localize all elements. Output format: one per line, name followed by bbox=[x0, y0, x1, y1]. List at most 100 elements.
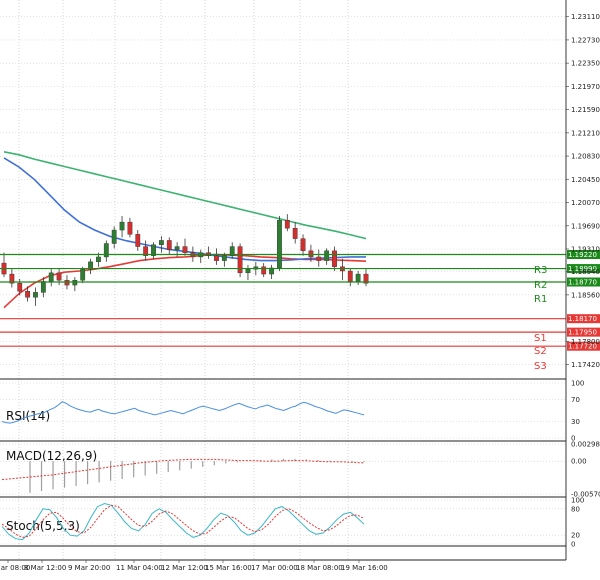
candle-body bbox=[261, 266, 267, 275]
macd-tick-label: 0.002981 bbox=[571, 441, 600, 449]
stoch-label: Stoch(5,5,3) bbox=[6, 519, 80, 533]
time-tick-label: 8 Mar 12:00 bbox=[24, 564, 66, 572]
ma-slow-line bbox=[3, 151, 367, 240]
resistance-label: R2 bbox=[534, 280, 547, 291]
time-tick-label: 18 Mar 08:00 bbox=[296, 564, 343, 572]
price-tick-label: 1.22350 bbox=[571, 60, 600, 68]
resistance-value-label: 1.18770 bbox=[568, 279, 597, 287]
candle-body bbox=[72, 279, 78, 286]
candle-body bbox=[25, 290, 31, 298]
candle bbox=[158, 236, 164, 253]
candle bbox=[332, 246, 337, 272]
candle-body bbox=[174, 246, 180, 250]
price-tick-label: 1.18940 bbox=[571, 268, 600, 276]
candle bbox=[355, 271, 361, 286]
resistance-label: R1 bbox=[534, 294, 547, 305]
candle-body bbox=[158, 240, 164, 245]
candle bbox=[33, 287, 38, 306]
candle bbox=[72, 277, 78, 292]
candle bbox=[119, 215, 125, 238]
candle bbox=[347, 267, 353, 287]
candle bbox=[80, 266, 86, 284]
price-tick-label: 1.22730 bbox=[571, 36, 600, 44]
candle-body bbox=[221, 255, 227, 261]
candle bbox=[206, 246, 212, 259]
price-tick-label: 1.21970 bbox=[571, 83, 600, 91]
support-value-label: 1.17950 bbox=[568, 329, 597, 337]
candle bbox=[245, 264, 251, 281]
candle-body bbox=[48, 272, 54, 282]
support-label: S3 bbox=[534, 361, 547, 372]
candle-body bbox=[64, 279, 70, 286]
candle-body bbox=[347, 270, 353, 282]
stoch-tick-label: 80 bbox=[571, 505, 580, 513]
price-tick-label: 1.17800 bbox=[571, 338, 600, 346]
candle-body bbox=[284, 220, 290, 229]
candle bbox=[292, 222, 298, 244]
rsi-tick-label: 100 bbox=[571, 380, 584, 388]
candle bbox=[261, 263, 267, 278]
candle-body bbox=[332, 250, 337, 267]
candle-body bbox=[166, 240, 172, 250]
time-tick-label: 19 Mar 16:00 bbox=[341, 564, 388, 572]
price-tick-label: 1.17420 bbox=[571, 361, 600, 369]
candle-body bbox=[17, 283, 23, 292]
candle bbox=[316, 249, 322, 267]
support-label: S1 bbox=[534, 333, 547, 344]
candle-body bbox=[33, 292, 38, 298]
candle bbox=[300, 234, 306, 256]
macd-tick-label: 0.00 bbox=[571, 458, 587, 466]
candle bbox=[143, 240, 149, 261]
time-tick-label: 12 Mar 12:00 bbox=[161, 564, 208, 572]
rsi-tick-label: 30 bbox=[571, 418, 580, 426]
time-tick-label: 15 Mar 16:00 bbox=[205, 564, 252, 572]
candle bbox=[339, 258, 345, 281]
candle-body bbox=[127, 221, 133, 235]
candle bbox=[9, 267, 15, 288]
candle bbox=[198, 249, 204, 264]
candle-body bbox=[56, 272, 62, 281]
candle-body bbox=[135, 234, 141, 247]
support-label: S2 bbox=[534, 346, 547, 357]
ma-fast-line bbox=[3, 253, 367, 309]
time-tick-label: 9 Mar 20:00 bbox=[68, 564, 110, 572]
candle bbox=[237, 243, 243, 278]
rsi-label: RSI(14) bbox=[6, 409, 50, 423]
candle-body bbox=[214, 255, 219, 261]
price-tick-label: 1.19310 bbox=[571, 245, 600, 253]
candle bbox=[277, 215, 282, 272]
stoch-tick-label: 0 bbox=[571, 541, 575, 549]
candle-body bbox=[245, 268, 251, 274]
candle bbox=[284, 214, 290, 232]
candle-body bbox=[182, 246, 188, 253]
candle-body bbox=[316, 256, 322, 261]
candle bbox=[269, 264, 274, 279]
candle-body bbox=[40, 281, 46, 293]
pivot-levels: 1.187701.189901.192201.181701.179501.177… bbox=[0, 250, 600, 372]
candle-body bbox=[300, 238, 306, 252]
time-tick-label: 11 Mar 04:00 bbox=[116, 564, 163, 572]
candle-body bbox=[324, 250, 330, 261]
candle-body bbox=[111, 229, 117, 244]
rsi-pane: RSI(14) bbox=[0, 382, 566, 439]
candle-body bbox=[96, 256, 101, 263]
candle bbox=[135, 230, 141, 251]
candle bbox=[324, 248, 330, 265]
candle bbox=[182, 238, 188, 256]
candle bbox=[111, 226, 117, 249]
stoch-tick-label: 100 bbox=[571, 497, 584, 505]
candle bbox=[229, 242, 235, 259]
price-tick-label: 1.23110 bbox=[571, 13, 600, 21]
resistance-label: R3 bbox=[534, 265, 547, 276]
rsi-tick-label: 70 bbox=[571, 396, 580, 404]
candle-body bbox=[119, 221, 125, 231]
macd-pane: MACD(12,26,9) bbox=[0, 443, 566, 495]
price-tick-label: 1.19690 bbox=[571, 222, 600, 230]
rsi-line bbox=[1, 401, 365, 424]
candle bbox=[103, 240, 109, 262]
candle bbox=[166, 237, 172, 255]
price-tick-label: 1.21210 bbox=[571, 129, 600, 137]
price-tick-label: 1.20070 bbox=[571, 199, 600, 207]
time-tick-label: 17 Mar 00:00 bbox=[251, 564, 298, 572]
candle bbox=[48, 269, 54, 287]
